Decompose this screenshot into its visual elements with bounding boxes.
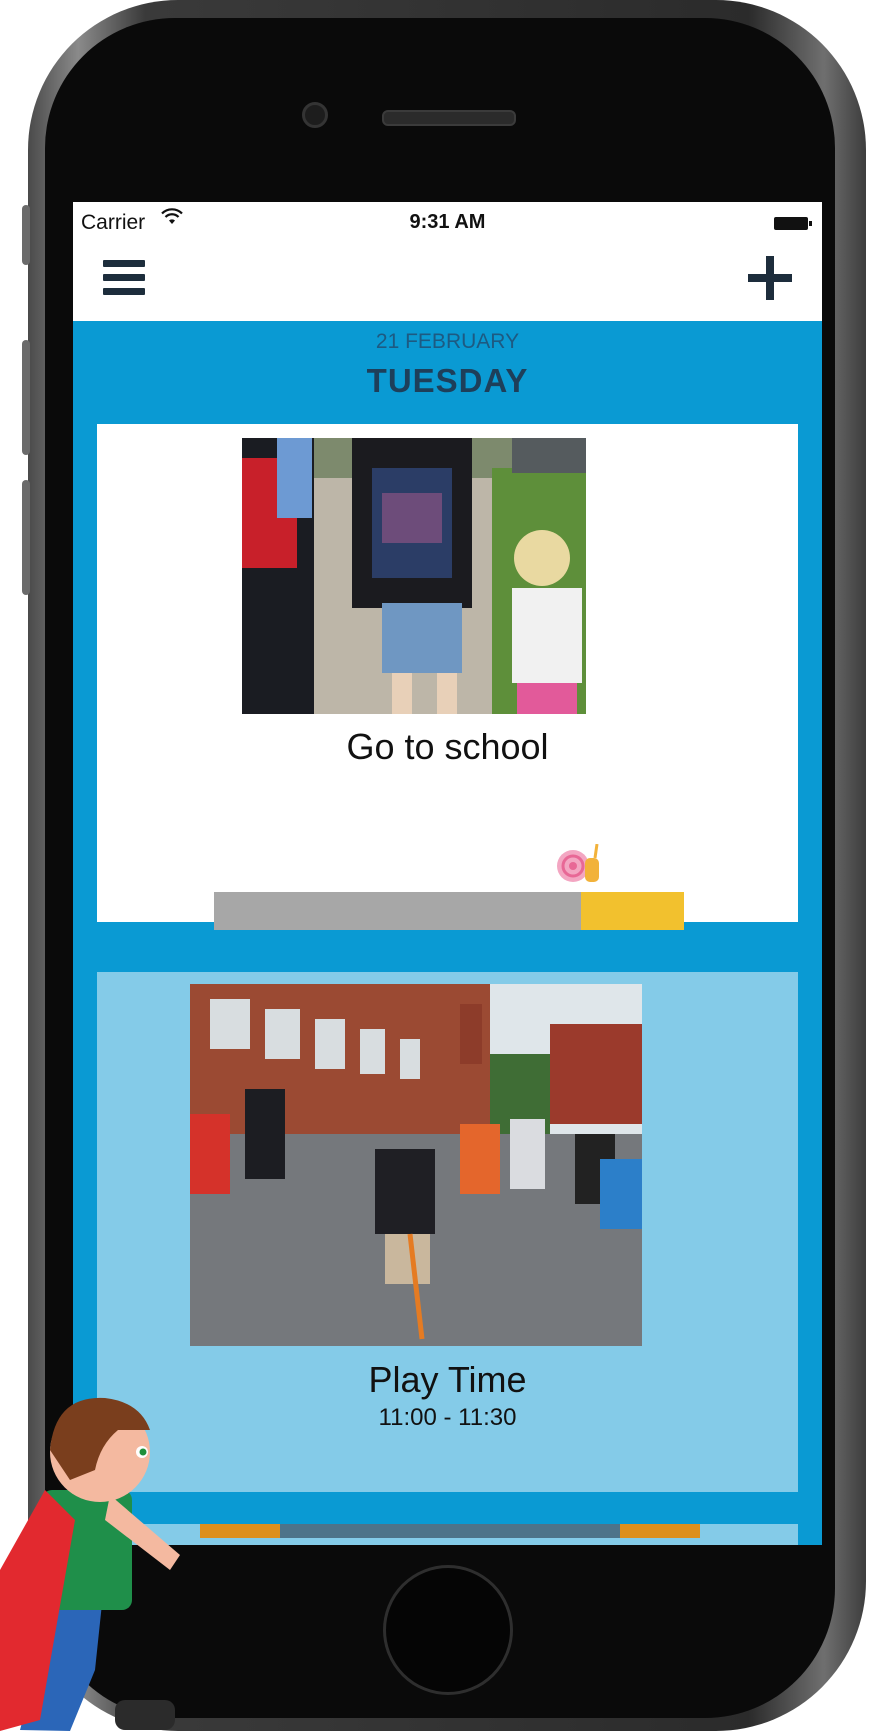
front-camera — [302, 102, 328, 128]
hamburger-menu-icon[interactable] — [103, 260, 145, 296]
snail-icon — [549, 843, 609, 884]
activity-card-next[interactable] — [97, 1524, 798, 1545]
progress-remaining — [580, 892, 684, 930]
app-screen: Carrier 9:31 AM 21 FEBRUARY TUESDAY Go t… — [73, 202, 822, 1545]
activity-card-play-time[interactable]: Play Time 11:00 - 11:30 — [97, 972, 798, 1492]
plus-icon[interactable] — [748, 256, 792, 300]
activity-photo — [242, 438, 586, 714]
volume-up-button — [22, 340, 30, 455]
status-bar: Carrier 9:31 AM — [73, 202, 822, 246]
activity-title: Play Time — [368, 1359, 527, 1400]
activity-photo-partial — [200, 1524, 700, 1538]
earpiece-speaker — [382, 110, 516, 126]
status-time: 9:31 AM — [409, 211, 486, 233]
activity-progress-bar — [214, 892, 684, 930]
activity-title: Go to school — [346, 726, 549, 767]
battery-icon — [774, 217, 812, 230]
activity-card-go-to-school[interactable]: Go to school — [97, 424, 798, 930]
volume-down-button — [22, 480, 30, 595]
activity-time: 11:00 - 11:30 — [378, 1404, 517, 1431]
mute-switch — [22, 205, 30, 265]
activity-photo — [190, 984, 642, 1346]
nav-bar — [73, 246, 822, 321]
caped-boy-character — [0, 1370, 200, 1731]
home-button[interactable] — [383, 1565, 513, 1695]
day-label: TUESDAY — [366, 362, 529, 399]
date-label: 21 FEBRUARY — [375, 330, 520, 353]
